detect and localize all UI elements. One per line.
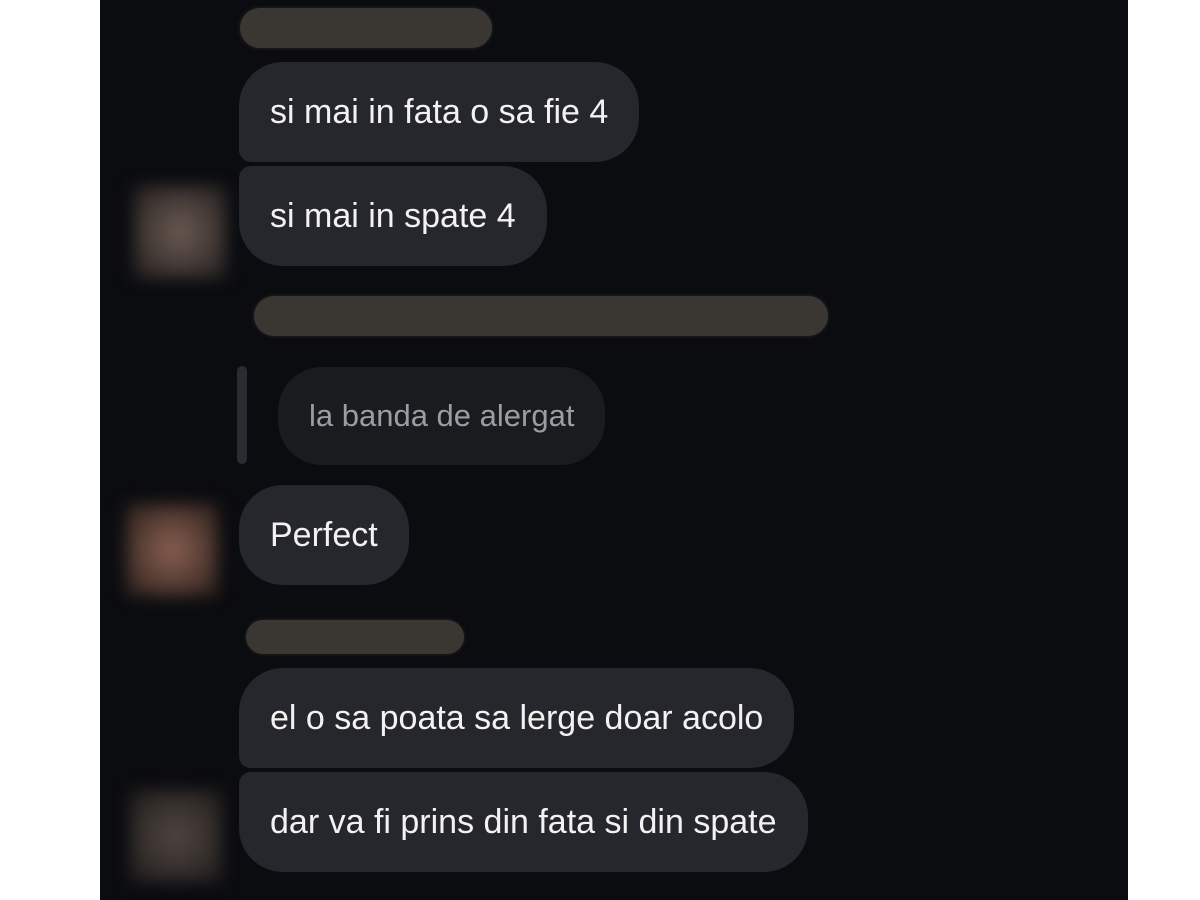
message-bubble[interactable]: el o sa poata sa lerge doar acolo (239, 668, 795, 768)
avatar[interactable] (134, 186, 226, 278)
message-bubble[interactable]: Perfect (239, 485, 409, 585)
message-bubble[interactable]: dar va fi prins din fata si din spate (239, 772, 808, 872)
chat-thread[interactable]: si mai in fata o sa fie 4 si mai in spat… (100, 0, 1128, 900)
reply-quote-bar (237, 366, 247, 464)
quoted-message[interactable]: la banda de alergat (278, 367, 606, 465)
avatar[interactable] (130, 790, 222, 882)
redacted-sender-name (254, 296, 828, 336)
message-bubble[interactable]: si mai in fata o sa fie 4 (239, 62, 640, 162)
avatar[interactable] (126, 504, 218, 596)
message-bubble[interactable]: si mai in spate 4 (239, 166, 547, 266)
redacted-sender-name (240, 8, 492, 48)
redacted-sender-name (246, 620, 464, 654)
